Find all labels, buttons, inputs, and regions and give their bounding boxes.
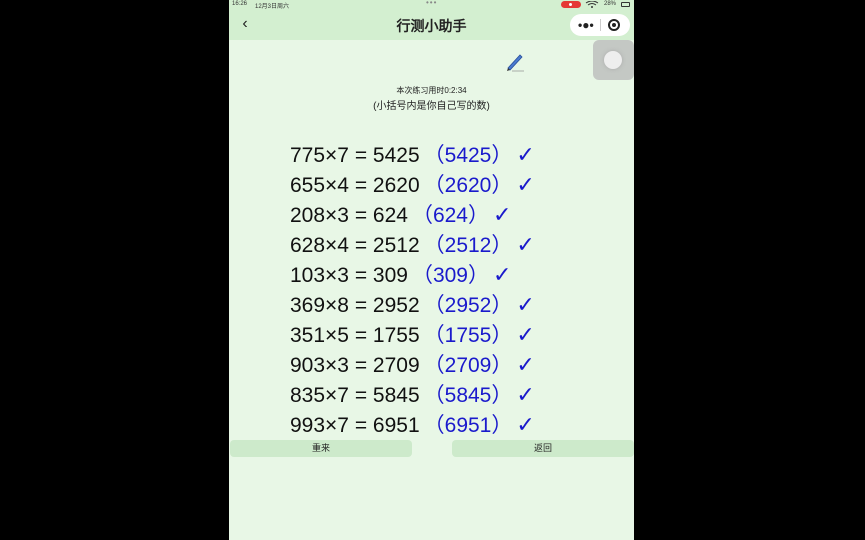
check-mark-icon: ✓ [516, 142, 535, 167]
result-row: 103×3 = 309 （309） ✓ [290, 260, 511, 290]
check-mark-icon: ✓ [493, 262, 512, 287]
capsule-divider [600, 19, 601, 31]
battery-percent: 28% [604, 1, 617, 7]
more-icon[interactable]: •●• [578, 14, 594, 36]
miniprogram-capsule: •●• [570, 14, 630, 36]
user-answer: （1755） [423, 324, 513, 347]
check-mark-icon: ✓ [516, 322, 535, 347]
check-mark-icon: ✓ [516, 352, 535, 377]
result-row: 835×7 = 5845 （5845） ✓ [290, 380, 535, 410]
check-mark-icon: ✓ [516, 412, 535, 437]
equation: 351×5 = 1755 [290, 324, 420, 347]
app-screen: 16:26 12月3日周六 ••• 28% ‹ 行测小助手 •●• 本次练习用时… [229, 0, 634, 540]
result-row: 369×8 = 2952 （2952） ✓ [290, 290, 535, 320]
status-bar: 16:26 12月3日周六 ••• 28% [229, 0, 634, 10]
assistive-touch-button[interactable] [593, 40, 634, 80]
result-row: 903×3 = 2709 （2709） ✓ [290, 350, 535, 380]
result-row: 775×7 = 5425 （5425） ✓ [290, 140, 535, 170]
close-miniprogram-icon[interactable] [608, 19, 620, 31]
wifi-icon [585, 0, 599, 10]
result-row: 993×7 = 6951 （6951） ✓ [290, 410, 535, 440]
check-mark-icon: ✓ [493, 202, 512, 227]
user-answer: （5845） [423, 384, 513, 407]
equation: 993×7 = 6951 [290, 414, 420, 437]
user-answer: （6951） [423, 414, 513, 437]
result-row: 208×3 = 624 （624） ✓ [290, 200, 511, 230]
return-button[interactable]: 返回 [452, 440, 634, 457]
check-mark-icon: ✓ [516, 382, 535, 407]
answer-hint: (小括号内是你自己写的数) [373, 101, 490, 112]
equation: 835×7 = 5845 [290, 384, 420, 407]
user-answer: （2512） [423, 234, 513, 257]
status-date: 12月3日周六 [255, 4, 290, 10]
user-answer: （2952） [423, 294, 513, 317]
check-mark-icon: ✓ [516, 232, 535, 257]
equation: 369×8 = 2952 [290, 294, 420, 317]
result-row: 351×5 = 1755 （1755） ✓ [290, 320, 535, 350]
equation: 903×3 = 2709 [290, 354, 420, 377]
user-answer: （5425） [423, 144, 513, 167]
equation: 628×4 = 2512 [290, 234, 420, 257]
equation: 208×3 = 624 [290, 204, 408, 227]
user-answer: （2620） [423, 174, 513, 197]
check-mark-icon: ✓ [516, 172, 535, 197]
status-time: 16:26 [232, 1, 248, 7]
user-answer: （2709） [423, 354, 513, 377]
equation: 655×4 = 2620 [290, 174, 420, 197]
nav-bar: ‹ 行测小助手 •●• [229, 10, 634, 40]
equation: 103×3 = 309 [290, 264, 408, 287]
pen-icon[interactable] [504, 50, 526, 72]
multitask-dots-icon[interactable]: ••• [426, 0, 437, 7]
redo-button[interactable]: 重来 [230, 440, 412, 457]
user-answer: （624） [411, 204, 489, 227]
screen-record-icon [561, 1, 581, 8]
practice-timer: 本次练习用时0:2:34 [396, 86, 467, 95]
user-answer: （309） [411, 264, 489, 287]
check-mark-icon: ✓ [516, 292, 535, 317]
equation: 775×7 = 5425 [290, 144, 420, 167]
result-row: 655×4 = 2620 （2620） ✓ [290, 170, 535, 200]
result-row: 628×4 = 2512 （2512） ✓ [290, 230, 535, 260]
battery-icon [621, 2, 630, 7]
